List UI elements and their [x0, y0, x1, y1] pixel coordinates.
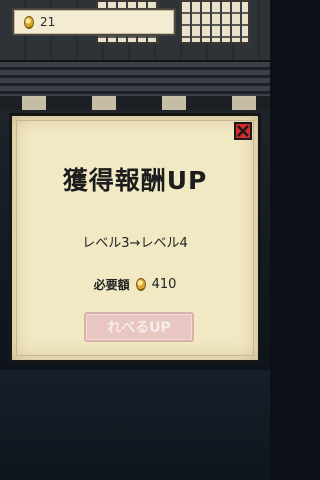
dialog-title: 獲得報酬UP	[62, 166, 208, 195]
coin-icon	[135, 278, 146, 291]
cost-value: 410	[151, 277, 177, 292]
close-icon	[237, 125, 249, 137]
cost-row: 必要額 410	[12, 276, 258, 293]
upgrade-dialog: 獲得報酬UP レベル3→レベル4 必要額 410 れべるUP	[9, 113, 261, 363]
window-right	[180, 0, 250, 44]
level-up-button[interactable]: れべるUP	[84, 312, 194, 342]
close-button[interactable]	[234, 122, 252, 140]
lantern-row	[0, 96, 270, 110]
cost-label: 必要額	[93, 278, 130, 292]
coin-icon	[24, 15, 34, 29]
coin-count: 21	[40, 15, 56, 29]
level-change-text: レベル3→レベル4	[82, 236, 188, 251]
street	[0, 370, 270, 480]
roof-tiles	[0, 60, 270, 98]
coin-counter: 21	[12, 8, 176, 36]
